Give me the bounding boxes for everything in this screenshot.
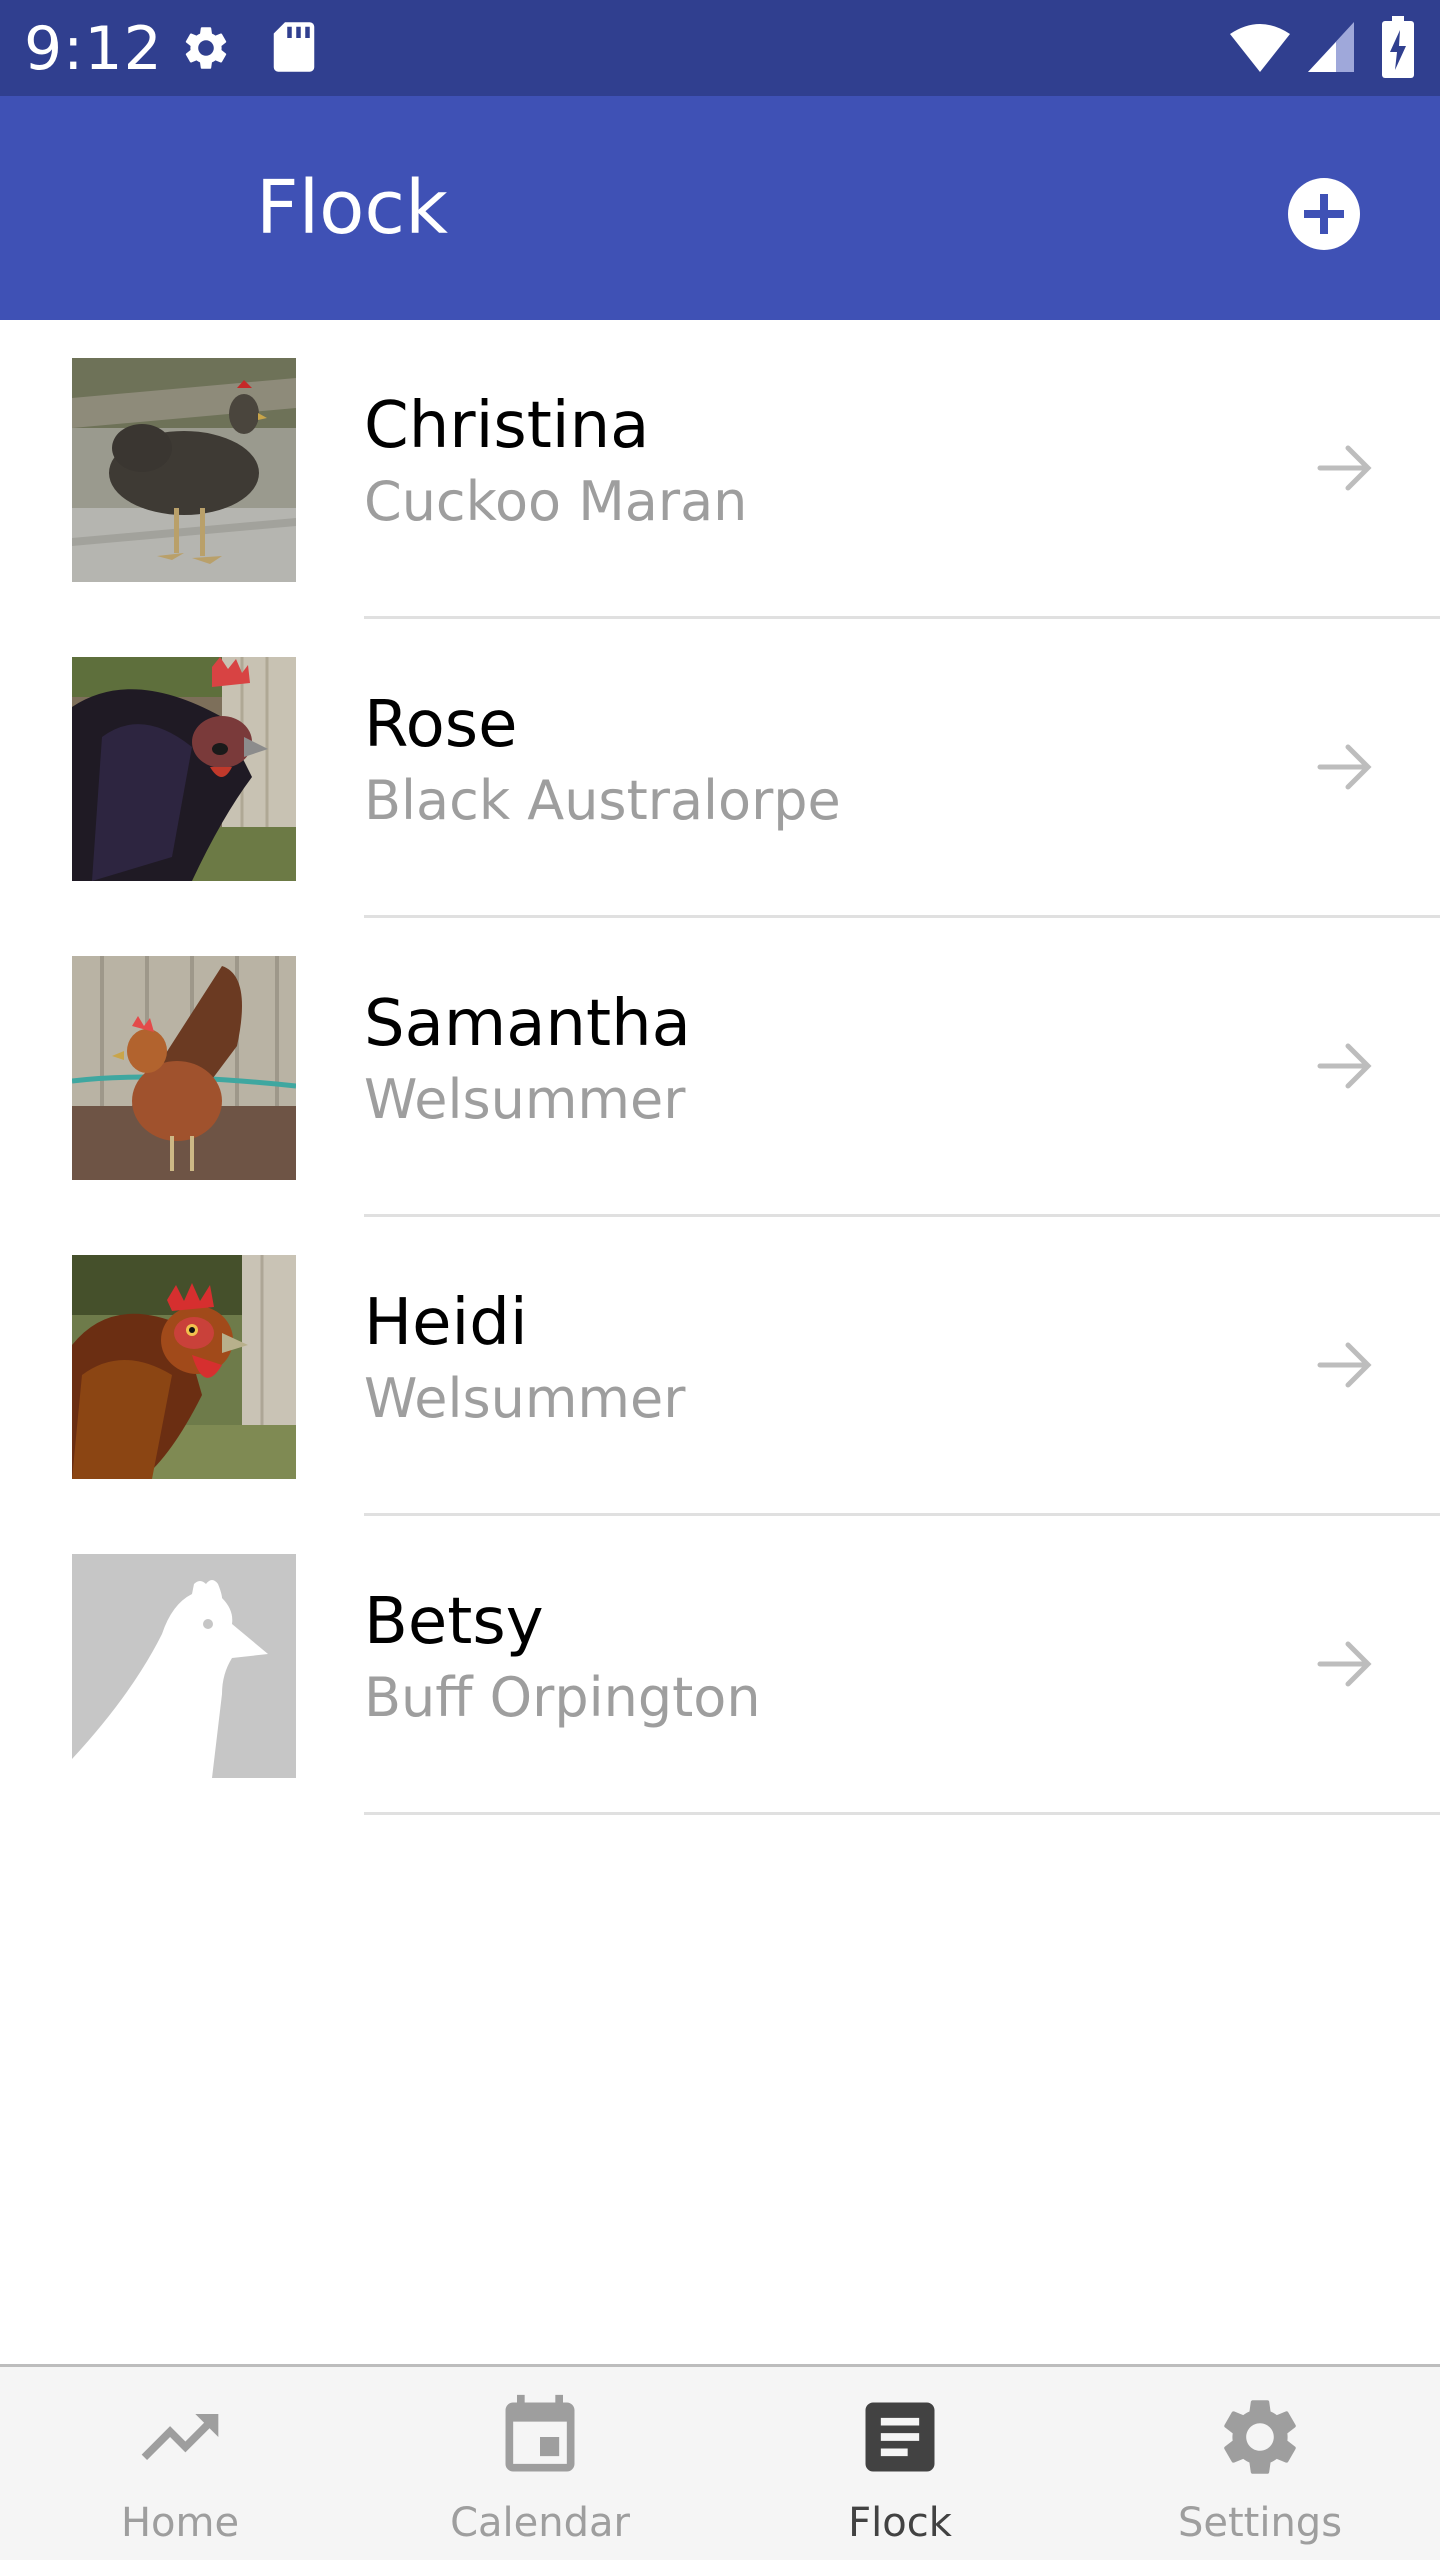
page-title: Flock xyxy=(256,165,448,251)
gear-icon xyxy=(185,27,227,69)
cell-signal-icon xyxy=(1308,22,1354,72)
chicken-photo xyxy=(72,1255,296,1479)
nav-label: Home xyxy=(120,2500,240,2546)
chicken-breed: Buff Orpington xyxy=(364,1666,761,1729)
nav-tab-flock[interactable]: Flock xyxy=(720,2367,1080,2563)
nav-tab-settings[interactable]: Settings xyxy=(1080,2367,1440,2563)
divider xyxy=(364,1812,1440,1815)
nav-label: Calendar xyxy=(450,2500,630,2546)
list-item[interactable]: Samantha Welsummer xyxy=(0,918,1440,1217)
nav-tab-calendar[interactable]: Calendar xyxy=(360,2367,720,2563)
list-item[interactable]: Heidi Welsummer xyxy=(0,1217,1440,1516)
chicken-breed: Black Australorpe xyxy=(364,769,841,832)
chicken-name: Rose xyxy=(364,688,518,762)
arrow-right-icon xyxy=(1317,1342,1372,1388)
bottom-navigation: Home Calendar Flock Settings xyxy=(0,2364,1440,2560)
chicken-name: Heidi xyxy=(364,1286,528,1360)
chicken-photo xyxy=(72,956,296,1180)
arrow-right-icon xyxy=(1317,1043,1372,1089)
list-item[interactable]: Betsy Buff Orpington xyxy=(0,1516,1440,1815)
nav-tab-home[interactable]: Home xyxy=(0,2367,360,2563)
gear-icon xyxy=(1224,2400,1296,2474)
nav-label: Settings xyxy=(1177,2500,1343,2546)
chicken-name: Christina xyxy=(364,389,650,463)
arrow-right-icon xyxy=(1317,1641,1372,1687)
chicken-breed: Welsummer xyxy=(364,1068,686,1131)
chicken-photo xyxy=(72,358,296,582)
list-item[interactable]: Rose Black Australorpe xyxy=(0,619,1440,918)
battery-charging-icon xyxy=(1382,16,1414,78)
arrow-right-icon xyxy=(1317,445,1372,491)
wifi-icon xyxy=(1230,24,1290,72)
nav-label: Flock xyxy=(848,2500,952,2546)
trending-up-icon xyxy=(141,2414,219,2460)
status-bar: 9:12 xyxy=(0,0,1440,96)
chicken-name: Samantha xyxy=(364,987,691,1061)
chicken-name: Betsy xyxy=(364,1585,544,1659)
arrow-right-icon xyxy=(1317,744,1372,790)
placeholder-chicken-silhouette xyxy=(72,1554,296,1778)
flock-list: Christina Cuckoo Maran Rose Black Austra… xyxy=(0,320,1440,1815)
list-document-icon xyxy=(865,2402,935,2472)
add-circle-icon xyxy=(1288,178,1360,250)
list-item[interactable]: Christina Cuckoo Maran xyxy=(0,320,1440,619)
chicken-breed: Welsummer xyxy=(364,1367,686,1430)
status-time: 9:12 xyxy=(24,14,163,84)
calendar-icon xyxy=(505,2394,575,2472)
app-bar: Flock xyxy=(0,96,1440,320)
chicken-breed: Cuckoo Maran xyxy=(364,470,748,533)
chicken-photo xyxy=(72,657,296,881)
add-chicken-button[interactable] xyxy=(1276,166,1372,262)
sd-card-icon xyxy=(273,22,315,72)
